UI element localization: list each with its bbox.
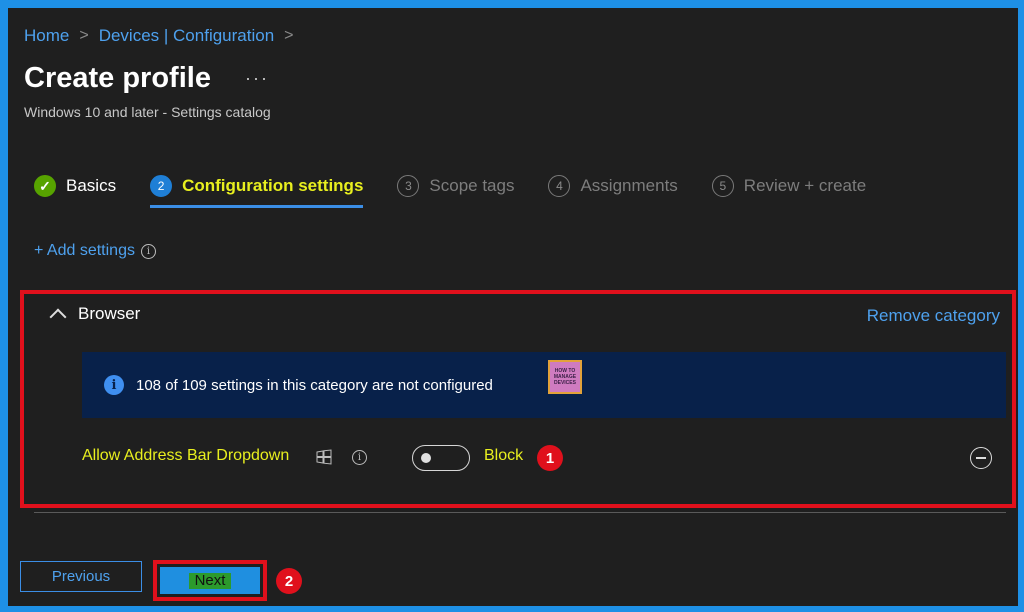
tab-configuration-settings[interactable]: 2 Configuration settings	[150, 172, 364, 208]
next-label: Next	[188, 572, 232, 589]
info-banner: i 108 of 109 settings in this category a…	[82, 352, 1006, 418]
setting-label: Allow Address Bar Dropdown	[82, 447, 290, 464]
breadcrumb-home[interactable]: Home	[24, 26, 69, 46]
next-button[interactable]: Next	[160, 567, 260, 594]
page-subtitle: Windows 10 and later - Settings catalog	[24, 104, 271, 120]
banner-text: 108 of 109 settings in this category are…	[136, 376, 493, 394]
category-header[interactable]: Browser	[46, 304, 141, 326]
page-title: Create profile	[24, 62, 211, 94]
step-number: 4	[548, 175, 571, 197]
step-label: Configuration settings	[182, 176, 364, 196]
breadcrumb: Home > Devices | Configuration >	[24, 26, 294, 46]
tab-basics[interactable]: ✓ Basics	[34, 172, 116, 200]
windows-icon	[316, 449, 334, 465]
tab-review-create[interactable]: 5 Review + create	[711, 172, 867, 200]
previous-button[interactable]: Previous	[20, 561, 142, 592]
tab-scope-tags[interactable]: 3 Scope tags	[397, 172, 514, 200]
remove-setting-icon[interactable]	[970, 447, 992, 469]
wizard-steps: ✓ Basics 2 Configuration settings 3 Scop…	[34, 172, 900, 208]
info-icon: i	[104, 375, 124, 395]
info-icon[interactable]: i	[140, 243, 156, 259]
step-number: 2	[150, 175, 173, 197]
step-label: Assignments	[580, 176, 678, 195]
step-number: 3	[397, 175, 420, 197]
category-name: Browser	[78, 304, 141, 323]
watermark-logo: HOW TO MANAGE DEVICES	[548, 360, 582, 394]
more-options-icon[interactable]: ···	[245, 68, 269, 89]
info-icon[interactable]: i	[352, 450, 367, 465]
block-toggle[interactable]	[412, 445, 470, 471]
step-label: Basics	[66, 176, 117, 195]
page-title-row: Create profile ···	[24, 62, 269, 95]
step-number: 5	[711, 175, 734, 197]
divider	[34, 512, 1006, 513]
chevron-up-icon[interactable]	[49, 308, 67, 326]
annotation-badge: 2	[276, 568, 302, 594]
chevron-right-icon: >	[284, 27, 294, 44]
step-label: Review + create	[743, 176, 867, 195]
highlight-box-next: Next	[153, 560, 267, 601]
breadcrumb-devices-configuration[interactable]: Devices | Configuration	[99, 26, 274, 46]
remove-category-link[interactable]: Remove category	[867, 306, 1000, 326]
toggle-state-label: Block	[484, 447, 524, 464]
add-settings-link[interactable]: + Add settings i	[34, 242, 156, 260]
chevron-right-icon: >	[79, 27, 89, 44]
add-settings-label: + Add settings	[34, 242, 135, 259]
setting-row: Allow Address Bar Dropdown i Block 1	[82, 444, 1002, 472]
step-label: Scope tags	[429, 176, 515, 195]
annotation-badge: 1	[537, 445, 563, 471]
tab-assignments[interactable]: 4 Assignments	[548, 172, 678, 200]
checkmark-icon: ✓	[34, 175, 56, 197]
toggle-knob	[421, 453, 431, 463]
